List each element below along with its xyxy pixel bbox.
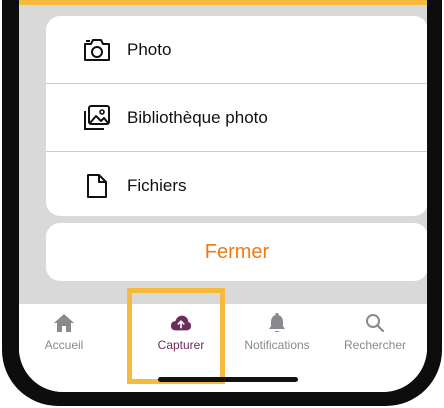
sheet-item-label: Photo bbox=[127, 39, 172, 59]
sheet-item-label: Bibliothèque photo bbox=[127, 107, 268, 127]
tab-capturer[interactable]: Capturer bbox=[141, 312, 221, 364]
phone-bezel: Photo Bibliothèque photo Fichiers Fermer… bbox=[2, 0, 442, 406]
close-button[interactable]: Fermer bbox=[46, 223, 427, 281]
sheet-item-photo[interactable]: Photo bbox=[46, 16, 427, 83]
sheet-item-photo-library[interactable]: Bibliothèque photo bbox=[46, 84, 427, 151]
action-sheet: Photo Bibliothèque photo Fichiers bbox=[46, 16, 427, 216]
tab-label: Accueil bbox=[44, 338, 84, 352]
camera-icon bbox=[82, 35, 112, 65]
home-indicator[interactable] bbox=[158, 377, 298, 382]
sheet-item-files[interactable]: Fichiers bbox=[46, 152, 427, 216]
tab-label: Capturer bbox=[157, 338, 205, 352]
tab-notifications[interactable]: Notifications bbox=[235, 312, 319, 364]
search-icon bbox=[364, 312, 386, 334]
bell-icon bbox=[266, 312, 288, 334]
tab-rechercher[interactable]: Rechercher bbox=[335, 312, 415, 364]
cloud-upload-icon bbox=[170, 312, 192, 334]
tab-label: Rechercher bbox=[343, 338, 407, 352]
file-icon bbox=[82, 171, 112, 201]
tab-accueil[interactable]: Accueil bbox=[39, 312, 89, 364]
phone-screen: Photo Bibliothèque photo Fichiers Fermer… bbox=[19, 0, 427, 392]
tab-label: Notifications bbox=[244, 338, 310, 352]
photo-library-icon bbox=[82, 103, 112, 133]
sheet-item-label: Fichiers bbox=[127, 175, 187, 195]
screenshot-frame: Photo Bibliothèque photo Fichiers Fermer… bbox=[0, 0, 444, 408]
home-icon bbox=[53, 312, 75, 334]
